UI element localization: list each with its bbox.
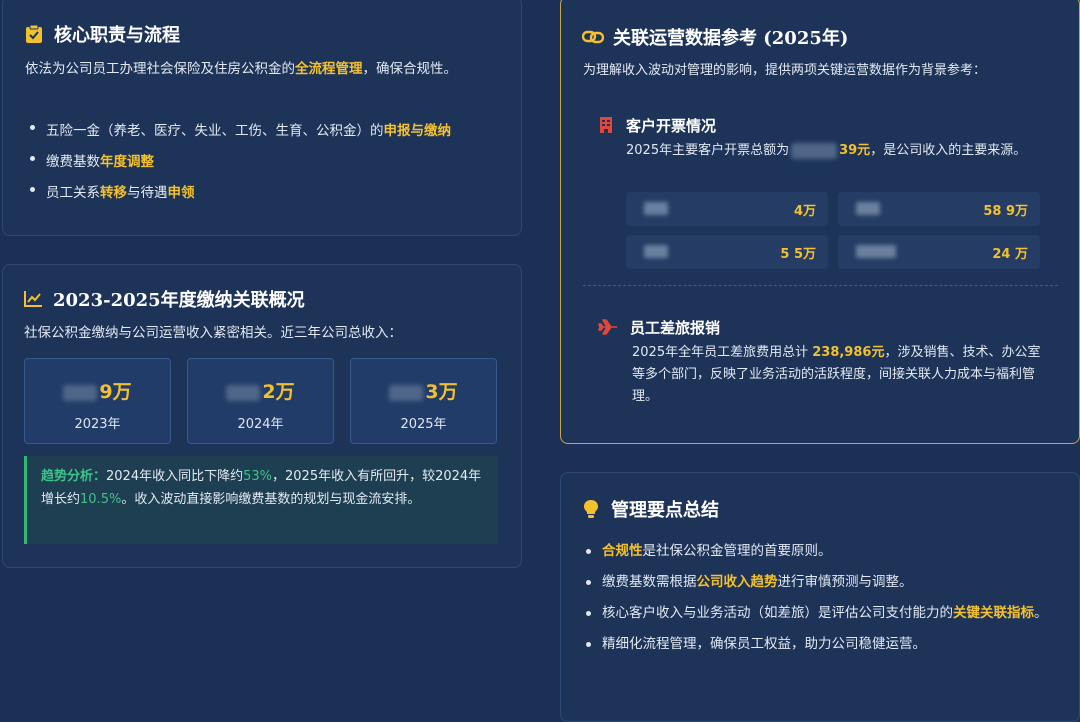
duties-title-text: 核心职责与流程	[54, 25, 180, 46]
redacted-client-name	[644, 245, 668, 258]
invoice-title-text: 客户开票情况	[626, 116, 717, 135]
reference-title-text: 关联运营数据参考 (2025年)	[613, 28, 849, 49]
trend-text: 。收入波动直接影响缴费基数的规划与现金流安排。	[121, 492, 421, 507]
trend-text: 2024年收入同比下降约	[106, 469, 244, 484]
line-chart-icon	[22, 288, 44, 310]
redacted-value	[791, 142, 838, 159]
trend-value: 53%	[243, 469, 273, 484]
redacted-client-name	[856, 202, 880, 215]
list-item: 五险一金（养老、医疗、失业、工伤、生育、公积金）的申报与缴纳	[29, 116, 509, 147]
plane-icon	[598, 316, 618, 338]
trend-analysis: 趋势分析：2024年收入同比下降约53%，2025年收入有所回升，较2024年增…	[24, 456, 498, 544]
bullet-highlight: 申领	[167, 185, 195, 201]
invoice-desc: 2025年主要客户开票总额为 39元，是公司收入的主要来源。	[626, 140, 1036, 162]
clipboard-check-icon	[23, 23, 45, 45]
duties-list: 五险一金（养老、医疗、失业、工伤、生育、公积金）的申报与缴纳 缴费基数年度调整 …	[29, 116, 509, 209]
duties-intro: 依法为公司员工办理社会保险及住房公积金的全流程管理，确保合规性。	[25, 58, 495, 80]
client-amount: 58 9万	[983, 204, 1028, 219]
stat-value: 3万	[351, 377, 496, 404]
list-item: 缴费基数年度调整	[29, 147, 509, 178]
travel-text: 2025年全年员工差旅费用总计	[632, 345, 809, 360]
stat-card-2024: 2万 2024年	[187, 358, 334, 444]
stat-value: 9万	[25, 377, 170, 404]
bullet-text: 进行审慎预测与调整。	[777, 574, 913, 590]
overview-title-text: 2023-2025年度缴纳关联概况	[53, 290, 305, 311]
bullet-highlight: 合规性	[602, 543, 643, 559]
bullet-text: 核心客户收入与业务活动（如差旅）是评估公司支付能力的	[602, 605, 953, 621]
reference-title: 关联运营数据参考 (2025年)	[582, 24, 848, 50]
summary-list: 合规性是社保公积金管理的首要原则。 缴费基数需根据公司收入趋势进行审慎预测与调整…	[585, 540, 1055, 656]
bullet-text: 精细化流程管理，确保员工权益，助力公司稳健运营。	[602, 636, 926, 652]
redacted-client-name	[644, 202, 668, 215]
travel-title-text: 员工差旅报销	[630, 318, 721, 337]
trend-label: 趋势分析：	[41, 469, 107, 484]
travel-amount: 238,986元	[812, 345, 885, 360]
duties-intro-tail: ，确保合规性。	[362, 61, 458, 77]
bullet-text: 缴费基数	[46, 154, 100, 170]
link-icon	[582, 26, 604, 48]
client-amount: 5 5万	[780, 247, 816, 262]
stat-card-2023: 9万 2023年	[24, 358, 171, 444]
redacted-value	[389, 384, 424, 401]
bullet-highlight: 年度调整	[100, 154, 154, 170]
travel-desc: 2025年全年员工差旅费用总计 238,986元，涉及销售、技术、办公室等多个部…	[632, 342, 1044, 408]
list-item: 员工关系转移与待遇申领	[29, 178, 509, 209]
bullet-text: 是社保公积金管理的首要原则。	[642, 543, 832, 559]
invoice-amount: 39元	[839, 143, 871, 158]
client-tile: 5 5万	[626, 235, 828, 269]
overview-title: 2023-2025年度缴纳关联概况	[22, 286, 305, 312]
invoice-text: ，是公司收入的主要来源。	[870, 143, 1027, 158]
client-amount: 4万	[793, 204, 816, 219]
bullet-text: 缴费基数需根据	[602, 574, 697, 590]
list-item: 精细化流程管理，确保员工权益，助力公司稳健运营。	[585, 633, 1055, 656]
invoice-title: 客户开票情况	[598, 114, 716, 136]
reference-intro: 为理解收入波动对管理的影响，提供两项关键运营数据作为背景参考：	[583, 63, 987, 78]
stat-year: 2024年	[237, 417, 284, 432]
summary-title-text: 管理要点总结	[611, 500, 719, 521]
stat-value: 2万	[188, 377, 333, 404]
list-item: 核心客户收入与业务活动（如差旅）是评估公司支付能力的关键关联指标。	[585, 602, 1055, 625]
duties-card: 核心职责与流程 依法为公司员工办理社会保险及住房公积金的全流程管理，确保合规性。…	[2, 0, 522, 236]
stat-card-2025: 3万 2025年	[350, 358, 497, 444]
bullet-highlight: 申报与缴纳	[383, 123, 452, 139]
bullet-text: 。	[1034, 605, 1048, 621]
travel-title: 员工差旅报销	[598, 316, 720, 338]
client-tile: 24 万	[838, 235, 1040, 269]
invoice-text: 2025年主要客户开票总额为	[626, 143, 790, 158]
redacted-value	[63, 384, 98, 401]
duties-intro-highlight: 全流程管理	[295, 61, 363, 77]
bullet-text: 与待遇	[127, 185, 168, 201]
bullet-text: 员工关系	[46, 185, 100, 201]
stat-value-text: 9万	[99, 381, 132, 403]
client-tile: 4万	[626, 192, 828, 226]
trend-value: 10.5%	[80, 492, 122, 507]
stat-value-text: 2万	[262, 381, 295, 403]
bullet-text: 五险一金（养老、医疗、失业、工伤、生育、公积金）的	[46, 123, 384, 139]
building-icon	[598, 114, 614, 136]
client-amount: 24 万	[992, 247, 1028, 262]
lightbulb-icon	[580, 498, 602, 520]
list-item: 合规性是社保公积金管理的首要原则。	[585, 540, 1055, 563]
bullet-highlight: 关键关联指标	[953, 605, 1034, 621]
bullet-highlight: 公司收入趋势	[696, 574, 778, 590]
stat-year: 2025年	[400, 417, 447, 432]
overview-intro: 社保公积金缴纳与公司运营收入紧密相关。近三年公司总收入：	[24, 325, 402, 341]
redacted-value	[226, 384, 261, 401]
section-divider	[583, 285, 1058, 286]
stat-value-text: 3万	[425, 381, 458, 403]
client-tile: 58 9万	[838, 192, 1040, 226]
stat-year: 2023年	[74, 417, 121, 432]
list-item: 缴费基数需根据公司收入趋势进行审慎预测与调整。	[585, 571, 1055, 594]
bullet-highlight: 转移	[100, 185, 127, 201]
duties-intro-text: 依法为公司员工办理社会保险及住房公积金的	[25, 61, 295, 77]
duties-title: 核心职责与流程	[23, 21, 180, 47]
redacted-client-name	[856, 245, 896, 258]
summary-title: 管理要点总结	[580, 496, 719, 522]
